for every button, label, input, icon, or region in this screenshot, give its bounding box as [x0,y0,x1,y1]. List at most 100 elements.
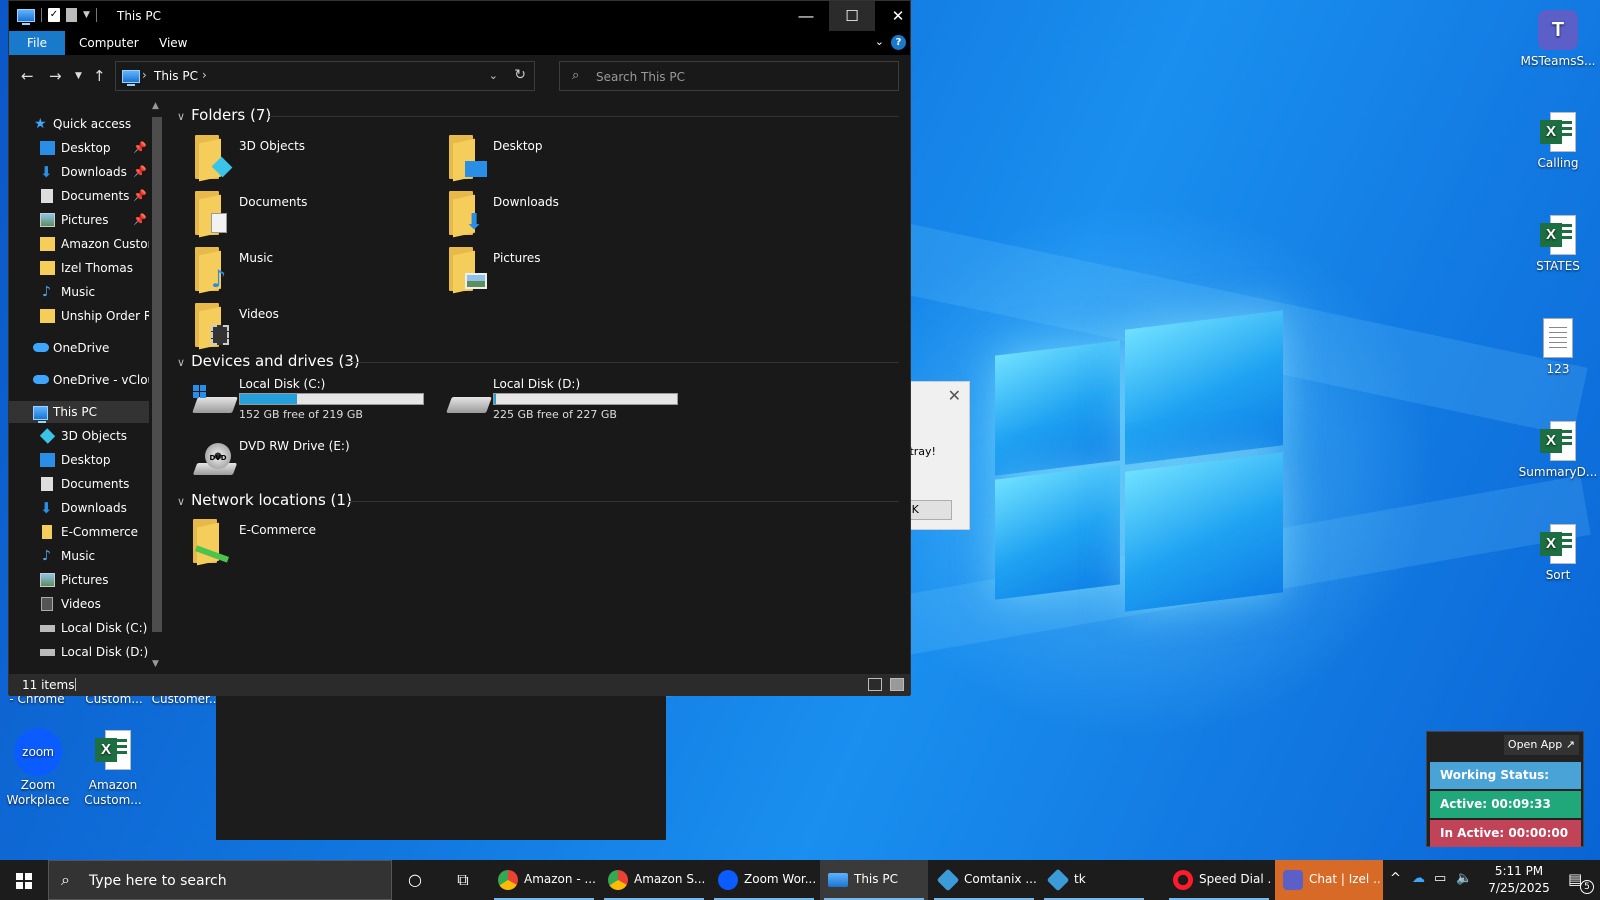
cortana-icon[interactable]: ○ [392,860,438,900]
recent-locations-icon[interactable]: ▼ [75,71,82,81]
folder-documents[interactable]: Documents [183,189,423,239]
task-view-icon[interactable]: ⧉ [440,860,486,900]
search-input[interactable] [596,67,886,87]
taskbar-app-zoom[interactable]: Zoom Wor... [710,860,818,900]
nav-pc-music[interactable]: ♪ Music [9,545,149,567]
close-button[interactable]: ✕ [875,1,921,31]
taskbar-app-this-pc[interactable]: This PC [820,860,928,900]
drive-local-disk-d[interactable]: Local Disk (D:) 225 GB free of 227 GB [437,377,678,427]
nav-pc-e-commerce[interactable]: E-Commerce [9,521,149,543]
customize-toolbar-icon[interactable]: ▼ [83,10,90,20]
expand-ribbon-icon[interactable]: ⌄ [875,35,884,48]
chevron-down-icon[interactable]: ⌄ [489,69,498,82]
taskbar-app-teams-chat[interactable]: Chat | Izel ... [1275,860,1383,900]
breadcrumb-this-pc[interactable]: This PC [154,69,198,83]
pin-icon[interactable]: 📌 [133,209,147,231]
details-view-icon[interactable] [868,678,882,691]
nav-quick-access[interactable]: ★ Quick access [9,113,149,135]
drive-dvd-rw-e[interactable]: DVD DVD RW Drive (E:) [183,439,423,489]
large-icons-view-icon[interactable] [890,678,904,691]
folder-pictures[interactable]: Pictures [437,245,677,295]
properties-icon[interactable]: ✓ [48,8,60,22]
chevron-up-icon[interactable]: ^ [1390,871,1401,886]
desktop-icon-summary[interactable]: X SummaryD... [1517,421,1599,480]
scroll-down-icon[interactable]: ▼ [152,659,159,669]
taskbar-app-amazon-s-chrome[interactable]: Amazon S... [600,860,708,900]
nav-pc-downloads[interactable]: ⬇ Downloads [9,497,149,519]
folder-downloads[interactable]: ⬇ Downloads [437,189,677,239]
nav-quick-downloads[interactable]: ⬇ Downloads 📌 [9,161,149,183]
open-app-button[interactable]: Open App ↗ [1503,735,1579,755]
maximize-button[interactable]: ☐ [829,1,875,31]
desktop-icon-123[interactable]: 123 [1517,318,1599,377]
folder-music[interactable]: ♪ Music [183,245,423,295]
desktop-icon-calling[interactable]: X Calling [1517,112,1599,171]
start-button[interactable] [0,860,48,900]
taskbar-app-tk[interactable]: tk [1040,860,1148,900]
devices-group-header[interactable]: ∨ Devices and drives (3) [177,352,360,370]
action-center-button[interactable]: ▤ 5 [1556,860,1600,900]
nav-pc-local-disk-d[interactable]: Local Disk (D:) [9,641,149,663]
nav-quick-amazon-custom[interactable]: Amazon Custom [9,233,149,255]
taskbar-app-amazon-chrome[interactable]: Amazon - ... [490,860,598,900]
nav-quick-desktop[interactable]: Desktop 📌 [9,137,149,159]
pin-icon[interactable]: 📌 [133,137,147,159]
desktop-icon-states[interactable]: X STATES [1517,215,1599,274]
help-icon[interactable]: ? [891,35,906,50]
nav-quick-izel-thomas[interactable]: Izel Thomas [9,257,149,279]
network-icon[interactable]: ▭ [1434,871,1446,886]
tab-view[interactable]: View [147,31,199,55]
chevron-right-icon[interactable]: › [202,68,207,82]
nav-this-pc[interactable]: This PC [9,401,149,423]
network-group-header[interactable]: ∨ Network locations (1) [177,491,352,509]
desktop-icon-amazon-custom[interactable]: X Amazon Custom... [72,730,154,808]
address-bar[interactable]: › This PC › ⌄ ↻ [115,61,535,91]
desktop-icon-sort[interactable]: X Sort [1517,524,1599,583]
nav-pc-videos[interactable]: Videos [9,593,149,615]
nav-pane-scrollbar[interactable]: ▲ ▼ [149,99,165,674]
pin-icon[interactable]: 📌 [133,185,147,207]
minimize-button[interactable]: ― [783,1,829,31]
nav-pc-local-disk-c[interactable]: Local Disk (C:) [9,617,149,639]
pin-icon[interactable]: 📌 [133,161,147,183]
nav-quick-unship-order[interactable]: Unship Order Re [9,305,149,327]
back-arrow-icon[interactable]: ← [21,67,34,85]
scrollbar-thumb[interactable] [152,117,162,632]
taskbar-clock[interactable]: 5:11 PM 7/25/2025 [1483,863,1555,897]
nav-quick-documents[interactable]: Documents 📌 [9,185,149,207]
desktop-icon-zoom[interactable]: zoom Zoom Workplace [0,728,79,808]
this-pc-icon [828,873,848,887]
folder-videos[interactable]: Videos [183,301,423,351]
nav-pc-3d-objects[interactable]: 3D Objects [9,425,149,447]
folder-desktop[interactable]: Desktop [437,133,677,183]
title-bar[interactable]: ✓ ▼ This PC ― ☐ ✕ [9,1,910,31]
taskbar-app-comtanix[interactable]: Comtanix ... [930,860,1038,900]
background-window[interactable] [216,690,666,840]
refresh-icon[interactable]: ↻ [514,67,526,83]
tab-computer[interactable]: Computer [67,31,151,55]
nav-pc-pictures[interactable]: Pictures [9,569,149,591]
drive-local-disk-c[interactable]: Local Disk (C:) 152 GB free of 219 GB [183,377,424,427]
nav-onedrive-vcloud[interactable]: OneDrive - vClouc [9,369,149,391]
nav-pc-documents[interactable]: Documents [9,473,149,495]
network-e-commerce[interactable]: E-Commerce [183,517,423,567]
tab-file[interactable]: File [9,31,65,55]
nav-quick-pictures[interactable]: Pictures 📌 [9,209,149,231]
search-box[interactable]: ⌕ [559,61,899,91]
scroll-up-icon[interactable]: ▲ [152,101,159,111]
taskbar-search-box[interactable]: ⌕ Type here to search [48,860,392,900]
new-folder-icon[interactable] [66,8,77,22]
nav-pc-desktop[interactable]: Desktop [9,449,149,471]
nav-onedrive[interactable]: OneDrive [9,337,149,359]
volume-icon[interactable]: 🔈 [1456,871,1472,886]
folder-3d-objects[interactable]: 3D Objects [183,133,423,183]
nav-quick-music[interactable]: ♪ Music [9,281,149,303]
forward-arrow-icon[interactable]: → [49,67,62,85]
desktop-icon-msteams[interactable]: T MSTeamsS... [1517,10,1599,69]
taskbar-app-opera-speed-dial[interactable]: Speed Dial ... [1165,860,1273,900]
file-explorer-window[interactable]: ✓ ▼ This PC ― ☐ ✕ File Computer View ⌄ ?… [8,0,911,696]
dialog-close-icon[interactable]: ✕ [948,386,961,405]
onedrive-cloud-icon[interactable]: ☁ [1412,871,1425,886]
up-arrow-icon[interactable]: ↑ [93,67,106,85]
folders-group-header[interactable]: ∨ Folders (7) [177,106,271,124]
